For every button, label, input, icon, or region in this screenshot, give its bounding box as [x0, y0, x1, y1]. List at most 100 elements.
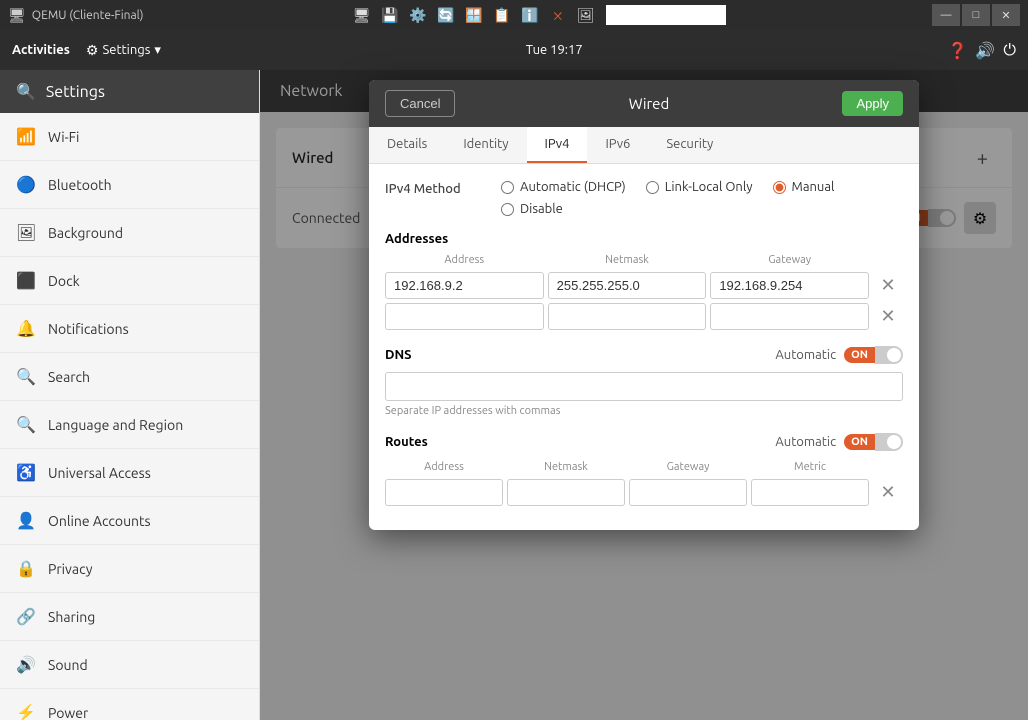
taskbar-icon-1[interactable]: 🖥 [350, 3, 374, 27]
tab-details[interactable]: Details [369, 127, 445, 163]
sidebar-item-notifications[interactable]: 🔔 Notifications [0, 305, 259, 353]
power-icon[interactable]: ⏻ [1003, 41, 1016, 60]
dns-header: DNS Automatic ON [385, 346, 903, 364]
routes-section: Routes Automatic ON [385, 433, 903, 506]
remove-row-1-button[interactable]: ✕ [873, 275, 903, 296]
address-input-2[interactable] [385, 303, 544, 330]
sidebar-item-language[interactable]: 🔍 Language and Region [0, 401, 259, 449]
sidebar-item-wifi[interactable]: 📶 Wi-Fi [0, 113, 259, 161]
taskbar-icon-2[interactable]: 💾 [378, 3, 402, 27]
taskbar-icon-9[interactable]: 🖼 [574, 3, 598, 27]
sidebar-item-privacy[interactable]: 🔒 Privacy [0, 545, 259, 593]
taskbar-icon-4[interactable]: 🔄 [434, 3, 458, 27]
sidebar-item-search[interactable]: 🔍 Search [0, 353, 259, 401]
language-icon: 🔍 [16, 415, 36, 434]
sidebar-header: 🔍 Settings [0, 70, 259, 113]
taskbar-icon-8[interactable]: ❌ [546, 3, 570, 27]
option-dhcp[interactable]: Automatic (DHCP) [501, 180, 626, 194]
radio-link-local[interactable] [646, 181, 659, 194]
col-header-address: Address [385, 252, 544, 268]
routes-col-metric: Metric [751, 459, 869, 475]
titlebar-controls: — □ ✕ [932, 4, 1020, 26]
bluetooth-icon: 🔵 [16, 175, 36, 194]
taskbar-icon-7[interactable]: ℹ️ [518, 3, 542, 27]
sidebar-item-online-accounts[interactable]: 👤 Online Accounts [0, 497, 259, 545]
tab-ipv6[interactable]: IPv6 [587, 127, 648, 163]
sidebar-label-bluetooth: Bluetooth [48, 177, 112, 193]
sidebar-label-language: Language and Region [48, 417, 183, 433]
close-button[interactable]: ✕ [992, 4, 1020, 26]
remove-row-2-button[interactable]: ✕ [873, 306, 903, 327]
maximize-button[interactable]: □ [962, 4, 990, 26]
dns-toggle[interactable]: ON [844, 346, 903, 364]
dialog-header: Cancel Wired Apply [369, 80, 919, 127]
universal-access-icon: ♿ [16, 463, 36, 482]
ipv4-method-section: IPv4 Method Automatic (DHCP) Link-Local … [385, 180, 903, 216]
cancel-button[interactable]: Cancel [385, 90, 455, 117]
route-gateway-input-1[interactable] [629, 479, 747, 506]
volume-icon[interactable]: 🔊 [975, 41, 995, 60]
sidebar-search-icon[interactable]: 🔍 [16, 82, 36, 101]
sidebar-label-online-accounts: Online Accounts [48, 513, 151, 529]
netmask-input-2[interactable] [548, 303, 707, 330]
address-input-1[interactable] [385, 272, 544, 299]
taskbar-icon-5[interactable]: 🪟 [462, 3, 486, 27]
taskbar-icon-3[interactable]: ⚙️ [406, 3, 430, 27]
option-disable-label: Disable [520, 202, 563, 216]
radio-disable[interactable] [501, 203, 514, 216]
dns-input[interactable] [385, 372, 903, 401]
option-link-local[interactable]: Link-Local Only [646, 180, 753, 194]
routes-col-gateway: Gateway [629, 459, 747, 475]
routes-auto-label: Automatic [775, 435, 836, 449]
dns-label: DNS [385, 348, 412, 362]
gateway-input-2[interactable] [710, 303, 869, 330]
remove-route-1-button[interactable]: ✕ [873, 482, 903, 503]
taskbar-icon-6[interactable]: 📋 [490, 3, 514, 27]
route-metric-input-1[interactable] [751, 479, 869, 506]
minimize-button[interactable]: — [932, 4, 960, 26]
tab-security[interactable]: Security [648, 127, 731, 163]
settings-menu[interactable]: ⚙ Settings ▾ [86, 42, 161, 59]
activities-button[interactable]: Activities [12, 43, 70, 57]
power-sidebar-icon: ⚡ [16, 703, 36, 720]
routes-toggle-knob [887, 435, 901, 449]
taskbar-icons: 🖥 💾 ⚙️ 🔄 🪟 📋 ℹ️ ❌ 🖼 [350, 3, 598, 27]
help-icon[interactable]: ❓ [947, 41, 967, 60]
sidebar-item-universal-access[interactable]: ♿ Universal Access [0, 449, 259, 497]
gnome-topbar-right: ❓ 🔊 ⏻ [947, 41, 1016, 60]
privacy-icon: 🔒 [16, 559, 36, 578]
netmask-input-1[interactable] [548, 272, 707, 299]
sidebar-item-sound[interactable]: 🔊 Sound [0, 641, 259, 689]
gateway-input-1[interactable] [710, 272, 869, 299]
dns-hint: Separate IP addresses with commas [385, 405, 903, 417]
sidebar-label-sharing: Sharing [48, 609, 95, 625]
routes-col-address: Address [385, 459, 503, 475]
sidebar-item-dock[interactable]: ⬛ Dock [0, 257, 259, 305]
route-netmask-input-1[interactable] [507, 479, 625, 506]
titlebar-left: 🖥 QEMU (Cliente-Final) [8, 7, 144, 24]
route-address-input-1[interactable] [385, 479, 503, 506]
sidebar-label-wifi: Wi-Fi [48, 129, 79, 145]
settings-menu-chevron: ▾ [154, 43, 161, 58]
apply-button[interactable]: Apply [842, 91, 903, 116]
dns-auto-label: Automatic [775, 348, 836, 362]
titlebar-search-input[interactable] [606, 5, 726, 25]
tab-identity[interactable]: Identity [445, 127, 526, 163]
tab-ipv4[interactable]: IPv4 [527, 127, 588, 163]
sidebar-item-background[interactable]: 🖼 Background [0, 209, 259, 257]
sidebar-item-sharing[interactable]: 🔗 Sharing [0, 593, 259, 641]
radio-manual[interactable] [773, 181, 786, 194]
addresses-title: Addresses [385, 232, 903, 246]
sidebar-label-sound: Sound [48, 657, 88, 673]
titlebar: 🖥 QEMU (Cliente-Final) 🖥 💾 ⚙️ 🔄 🪟 📋 ℹ️ ❌… [0, 0, 1028, 30]
ipv4-method-options: Automatic (DHCP) Link-Local Only Manual [501, 180, 903, 216]
radio-dhcp[interactable] [501, 181, 514, 194]
sidebar-item-power[interactable]: ⚡ Power [0, 689, 259, 720]
routes-toggle[interactable]: ON [844, 433, 903, 451]
sound-icon: 🔊 [16, 655, 36, 674]
sidebar-label-dock: Dock [48, 273, 80, 289]
option-manual[interactable]: Manual [773, 180, 835, 194]
sidebar-item-bluetooth[interactable]: 🔵 Bluetooth [0, 161, 259, 209]
option-disable[interactable]: Disable [501, 202, 563, 216]
ipv4-method-label: IPv4 Method [385, 180, 485, 196]
